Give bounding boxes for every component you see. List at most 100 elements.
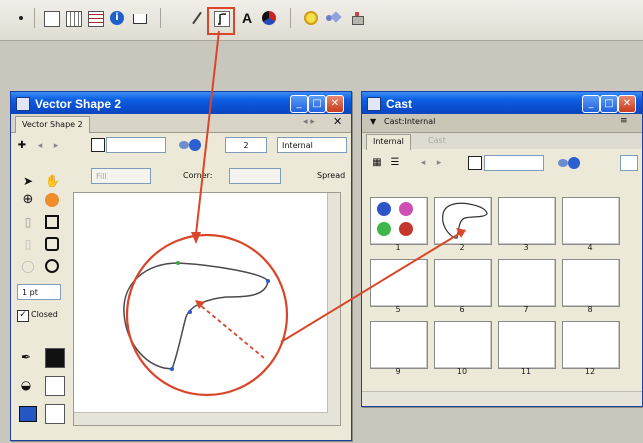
cast-header-bar: ▼ Cast:Internal ≡: [362, 114, 642, 133]
rectangle-tool-icon[interactable]: [45, 215, 59, 229]
vertical-scrollbar[interactable]: [327, 193, 340, 425]
member-name-icon: [468, 156, 482, 170]
corner-label: Corner:: [183, 171, 213, 180]
toolbar-separator: [160, 8, 161, 28]
minimize-button[interactable]: _: [290, 95, 308, 113]
cast-titlebar[interactable]: Cast _ □ ✕: [362, 92, 642, 114]
toolbar-separator: [290, 8, 291, 28]
cast-member-name-field[interactable]: [484, 155, 544, 171]
tab-cast[interactable]: Cast: [422, 134, 452, 149]
color-icon[interactable]: [262, 11, 276, 25]
add-member-icon[interactable]: ✚: [15, 139, 29, 153]
text-tool-icon[interactable]: A: [240, 11, 254, 25]
vector-control-row: ✚ ◂ ▸ 2 Internal: [11, 133, 351, 159]
prev-member-icon[interactable]: ◂: [416, 156, 430, 170]
closed-checkbox[interactable]: ✓: [17, 310, 29, 322]
cast-member-1[interactable]: [370, 197, 428, 245]
vector-shape-window: Vector Shape 2 _ □ ✕ Vector Shape 2 ◂ ▸ …: [10, 91, 352, 441]
ellipse-tool-icon[interactable]: [45, 259, 59, 273]
line-width-select[interactable]: 1 pt: [17, 284, 61, 300]
card-grid-icon[interactable]: [66, 11, 82, 27]
cast-member-5[interactable]: [370, 259, 428, 307]
list-view-icon[interactable]: ☰: [388, 156, 402, 170]
cast-number-field[interactable]: [620, 155, 638, 171]
cast-member-11[interactable]: [498, 321, 556, 369]
close-button[interactable]: ✕: [326, 95, 344, 113]
cast-member-3[interactable]: [498, 197, 556, 245]
next-member-icon[interactable]: ▸: [49, 139, 63, 153]
cast-member-12[interactable]: [562, 321, 620, 369]
vector-point[interactable]: [188, 310, 192, 314]
eyedropper-tool-icon[interactable]: [45, 193, 59, 207]
filled-rect-tool-icon[interactable]: ▯: [21, 237, 35, 251]
cast-member-number: 4: [587, 243, 593, 252]
panel-options-icon[interactable]: ≡: [620, 116, 628, 126]
card-list-icon[interactable]: [88, 11, 104, 27]
fill-bucket-icon[interactable]: ◒: [19, 378, 33, 392]
registration-tool-icon[interactable]: ⊕: [21, 193, 35, 207]
hand-tool-icon[interactable]: ✋: [45, 174, 60, 188]
stroke-color-swatch[interactable]: [45, 348, 65, 368]
circle-icon: [399, 202, 413, 216]
cast-member-number: 12: [584, 367, 596, 376]
cast-member-4[interactable]: [562, 197, 620, 245]
tab-close-icon[interactable]: ✕: [333, 115, 342, 128]
maximize-button[interactable]: □: [600, 95, 618, 113]
star-icon[interactable]: [304, 11, 318, 25]
tab-internal[interactable]: Internal: [366, 134, 411, 150]
toolbar-separator: [34, 8, 35, 28]
crescent-icon: [399, 222, 413, 236]
minimize-button[interactable]: _: [582, 95, 600, 113]
next-member-icon[interactable]: ▸: [432, 156, 446, 170]
cast-member-9[interactable]: [370, 321, 428, 369]
pen-tool-icon[interactable]: ▯: [21, 215, 35, 229]
new-card-icon[interactable]: [44, 11, 60, 27]
fill-color-swatch[interactable]: [45, 376, 65, 396]
member-number-field[interactable]: 2: [225, 137, 267, 153]
member-name-icon: [91, 138, 105, 152]
cast-member-6[interactable]: [434, 259, 492, 307]
closed-label: Closed: [31, 310, 58, 319]
pen-icon[interactable]: [190, 11, 204, 25]
filled-ellipse-tool-icon[interactable]: ◯: [21, 259, 35, 273]
expand-arrow-icon[interactable]: ▼: [370, 117, 376, 126]
cast-horizontal-scrollbar[interactable]: [362, 391, 642, 406]
fill-type-select[interactable]: Fill: [91, 168, 151, 184]
corner-field[interactable]: [229, 168, 281, 184]
vector-canvas[interactable]: [73, 192, 341, 426]
cast-grid: 1 2 3 4 5 6 7 8 9 10 11 12: [362, 177, 642, 389]
vector-shape-titlebar[interactable]: Vector Shape 2 _ □ ✕: [11, 92, 351, 114]
spread-label: Spread: [317, 171, 346, 180]
main-toolbar: i A: [0, 0, 643, 41]
script-icon[interactable]: [179, 139, 201, 151]
info-icon[interactable]: i: [110, 11, 124, 25]
shapes-icon[interactable]: [326, 11, 342, 25]
arrow-tool-icon[interactable]: ➤: [21, 174, 35, 188]
tab-arrows-icon[interactable]: ◂ ▸: [303, 117, 315, 127]
bullet-icon[interactable]: [14, 11, 28, 25]
prev-member-icon[interactable]: ◂: [33, 139, 47, 153]
thumbnail-view-icon[interactable]: ▦: [370, 156, 384, 170]
cast-select[interactable]: Internal: [277, 137, 347, 153]
book-icon[interactable]: [132, 11, 147, 25]
horizontal-scrollbar[interactable]: [74, 412, 328, 425]
member-name-field[interactable]: [106, 137, 166, 153]
rounded-rect-tool-icon[interactable]: [45, 237, 59, 251]
vector-point[interactable]: [266, 279, 270, 283]
gradient-color-swatch[interactable]: [45, 404, 65, 424]
vector-point[interactable]: [170, 367, 174, 371]
bg-color-swatch[interactable]: [19, 406, 37, 422]
tool-palette: ➤ ✋ ⊕ ▯ ▯ ◯ 1 pt ✓ Closed ✒ ◒: [11, 160, 71, 440]
tab-vector-shape[interactable]: Vector Shape 2: [15, 116, 90, 133]
cast-member-10[interactable]: [434, 321, 492, 369]
maximize-button[interactable]: □: [308, 95, 326, 113]
cast-member-7[interactable]: [498, 259, 556, 307]
vector-point[interactable]: [176, 261, 180, 265]
vector-path[interactable]: [123, 262, 269, 370]
cast-member-2[interactable]: [434, 197, 492, 245]
close-button[interactable]: ✕: [618, 95, 636, 113]
stamp-icon[interactable]: [350, 11, 364, 25]
script-icon[interactable]: [558, 157, 580, 169]
stroke-pen-icon[interactable]: ✒: [19, 350, 33, 364]
cast-member-8[interactable]: [562, 259, 620, 307]
